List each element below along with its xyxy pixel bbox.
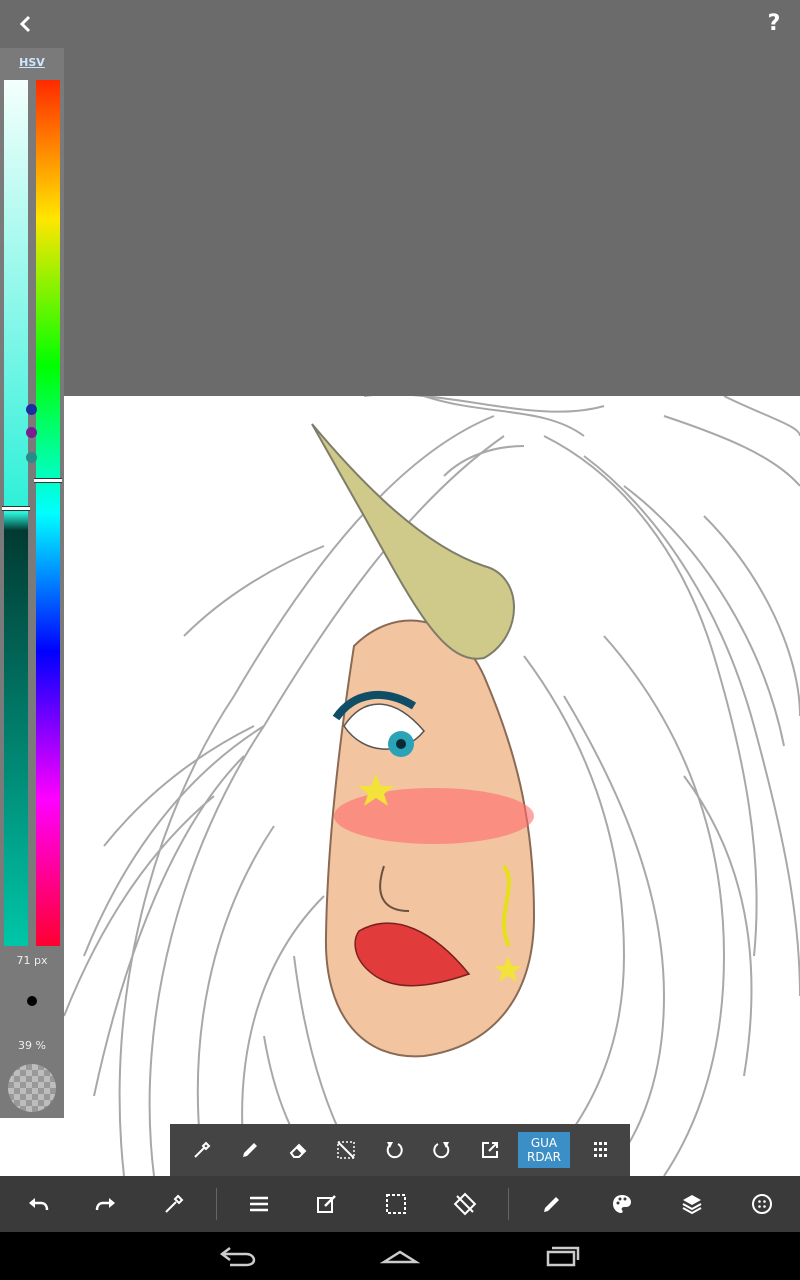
transform-icon[interactable] <box>437 1176 493 1232</box>
eraser-icon[interactable] <box>274 1124 322 1176</box>
undo-icon[interactable] <box>10 1176 66 1232</box>
brush-size-preview[interactable] <box>27 996 37 1006</box>
hue-handle[interactable] <box>34 478 62 483</box>
brush-size-label: 71 px <box>16 954 48 967</box>
palette-icon[interactable] <box>594 1176 650 1232</box>
brush-icon[interactable] <box>524 1176 580 1232</box>
menu-icon[interactable] <box>231 1176 287 1232</box>
selection-icon[interactable] <box>368 1176 424 1232</box>
share-icon[interactable] <box>466 1124 514 1176</box>
nav-back-icon[interactable] <box>198 1232 278 1280</box>
opacity-label: 39 % <box>18 1039 46 1052</box>
redo-icon[interactable] <box>78 1176 134 1232</box>
nav-home-icon[interactable] <box>360 1232 440 1280</box>
layers-icon[interactable] <box>664 1176 720 1232</box>
color-mode-tab[interactable]: HSV <box>0 56 64 69</box>
hue-slider[interactable] <box>36 80 60 946</box>
back-icon[interactable] <box>12 10 40 38</box>
nav-recents-icon[interactable] <box>522 1232 602 1280</box>
opacity-preview[interactable] <box>8 1064 56 1112</box>
color-swatch[interactable] <box>26 404 37 415</box>
deselect-icon[interactable] <box>322 1124 370 1176</box>
divider <box>508 1188 509 1220</box>
eyedropper-icon[interactable] <box>178 1124 226 1176</box>
color-picker-icon[interactable] <box>146 1176 202 1232</box>
undo-rotate-icon[interactable] <box>370 1124 418 1176</box>
color-swatch[interactable] <box>26 452 37 463</box>
bottom-toolbar <box>0 1176 800 1232</box>
more-tools-icon[interactable] <box>576 1124 624 1176</box>
redo-rotate-icon[interactable] <box>418 1124 466 1176</box>
color-swatch[interactable] <box>26 427 37 438</box>
help-icon[interactable]: ? <box>760 10 788 38</box>
edit-icon[interactable] <box>299 1176 355 1232</box>
floating-toolbar: GUA RDAR <box>170 1124 630 1176</box>
system-navigation-bar <box>0 1232 800 1280</box>
pencil-icon[interactable] <box>226 1124 274 1176</box>
saturation-value-slider[interactable] <box>4 80 28 946</box>
saturation-value-handle[interactable] <box>2 506 30 511</box>
artwork <box>64 396 800 1176</box>
divider <box>216 1188 217 1220</box>
save-button[interactable]: GUA RDAR <box>518 1132 570 1168</box>
drawing-canvas[interactable] <box>64 396 800 1176</box>
options-icon[interactable] <box>734 1176 790 1232</box>
